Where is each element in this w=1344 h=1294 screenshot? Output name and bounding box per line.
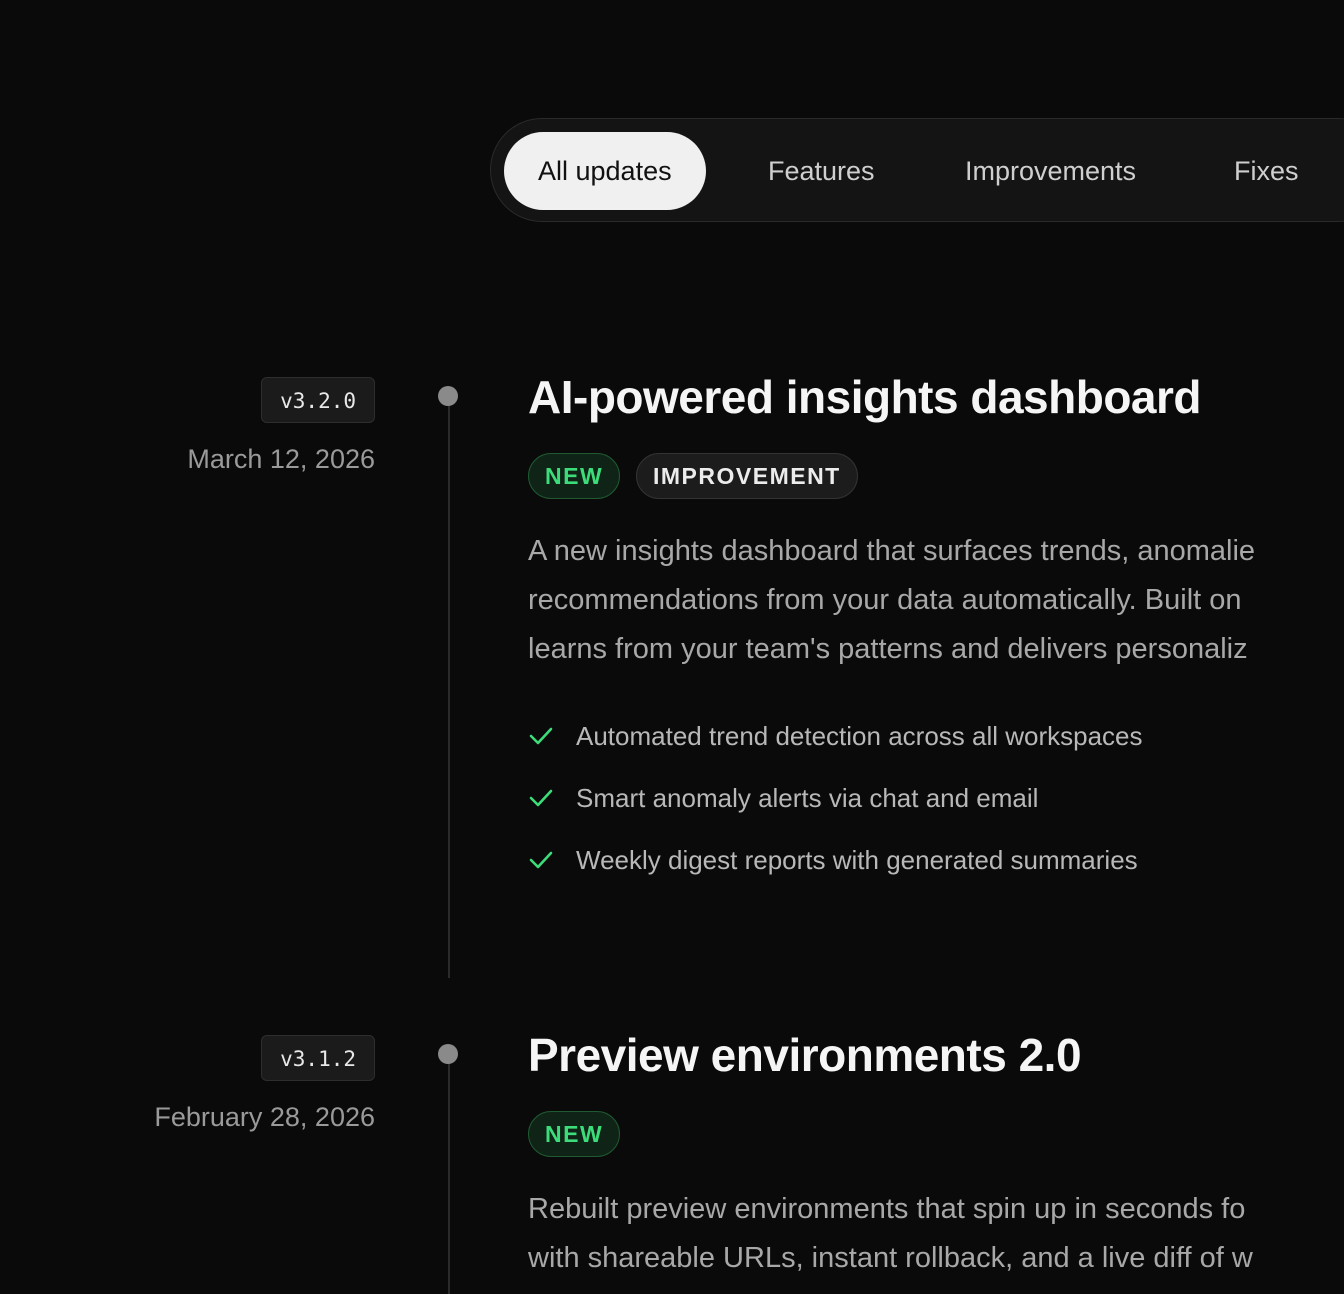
description-line: Rebuilt preview environments that spin u… bbox=[528, 1193, 1246, 1225]
timeline-line bbox=[448, 406, 450, 978]
badge-improvement: IMPROVEMENT bbox=[636, 453, 858, 499]
badge-new: NEW bbox=[528, 1111, 621, 1157]
version-tag: v3.1.2 bbox=[261, 1035, 375, 1081]
entry-title: AI-powered insights dashboard bbox=[528, 371, 1202, 423]
check-icon bbox=[528, 840, 554, 880]
description-line: learns from your team's patterns and del… bbox=[528, 633, 1248, 665]
tab-all-updates[interactable]: All updates bbox=[504, 132, 706, 210]
feature-item: Weekly digest reports with generated sum… bbox=[528, 840, 1138, 880]
release-date: March 12, 2026 bbox=[187, 444, 375, 474]
feature-text: Automated trend detection across all wor… bbox=[576, 721, 1143, 751]
badge-new: NEW bbox=[528, 453, 621, 499]
description-line: A new insights dashboard that surfaces t… bbox=[528, 535, 1256, 567]
feature-text: Weekly digest reports with generated sum… bbox=[576, 845, 1138, 875]
feature-text: Smart anomaly alerts via chat and email bbox=[576, 783, 1039, 813]
description-line: recommendations from your data automatic… bbox=[528, 584, 1242, 616]
feature-item: Smart anomaly alerts via chat and email bbox=[528, 778, 1038, 818]
check-icon bbox=[528, 716, 554, 756]
timeline-dot bbox=[438, 386, 458, 406]
changelog-page: All updates Features Improvements Fixes … bbox=[0, 0, 1344, 1294]
feature-item: Automated trend detection across all wor… bbox=[528, 716, 1143, 756]
timeline-line bbox=[448, 1064, 450, 1294]
tab-fixes[interactable]: Fixes bbox=[1234, 132, 1299, 210]
tab-features[interactable]: Features bbox=[768, 132, 875, 210]
timeline-dot bbox=[438, 1044, 458, 1064]
entry-description: Rebuilt preview environments that spin u… bbox=[528, 1185, 1344, 1283]
check-icon bbox=[528, 778, 554, 818]
filter-tabs: All updates Features Improvements Fixes bbox=[490, 118, 1344, 222]
entry-description: A new insights dashboard that surfaces t… bbox=[528, 527, 1344, 674]
tab-improvements[interactable]: Improvements bbox=[965, 132, 1136, 210]
description-line: with shareable URLs, instant rollback, a… bbox=[528, 1242, 1253, 1274]
version-tag: v3.2.0 bbox=[261, 377, 375, 423]
release-date: February 28, 2026 bbox=[154, 1102, 375, 1132]
entry-title: Preview environments 2.0 bbox=[528, 1029, 1082, 1081]
